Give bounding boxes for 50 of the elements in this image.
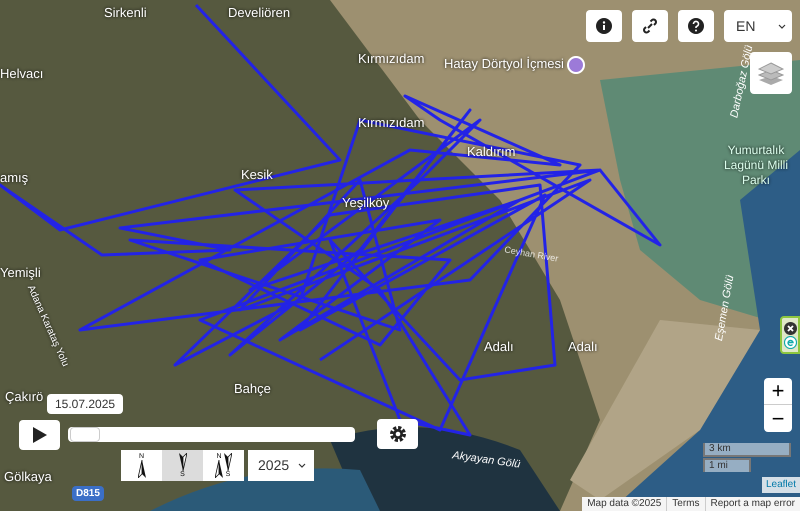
map-label: Adalı [568,340,598,353]
play-button[interactable] [19,420,60,450]
zoom-in-button[interactable]: + [764,378,792,405]
chevron-down-icon [298,463,306,468]
map-label: Develiören [228,6,290,19]
map-label: Gölkaya [4,470,52,483]
zoom-out-button[interactable]: − [764,405,792,432]
map-label: Eşemen Gölü [714,274,736,342]
scale-bar-metric: 3 km [703,443,791,457]
south-arrow-icon [224,453,232,471]
map-label: Hatay Dörtyol İçmesi [444,57,564,70]
map-label: amış [0,171,28,184]
leaflet-link[interactable]: Leaflet [762,477,800,493]
help-icon [688,18,704,34]
north-arrow-icon [215,460,223,478]
road-badge: D815 [72,486,104,501]
layers-icon [758,60,784,86]
south-arrow-icon [178,453,186,471]
language-select[interactable]: EN [724,10,792,42]
help-button[interactable] [678,10,714,42]
attribution-text: Map data ©2025 [586,497,662,511]
map-label: Helvacı [0,67,44,80]
north-arrow-icon [138,460,146,478]
map-label: Darboğaz Gölü [729,44,756,119]
layers-button[interactable] [750,52,792,94]
date-tooltip: 15.07.2025 [47,394,124,414]
map-label: Akyayan Gölü [452,450,521,471]
map-label: Kesik [241,168,273,181]
map-label: Adalı [484,340,514,353]
map-label: Sirkenli [104,6,147,19]
year-select[interactable]: 2025 [248,450,314,481]
map-label: Bahçe [234,382,271,395]
close-icon[interactable] [784,322,796,334]
attribution-link[interactable]: Terms [666,497,705,511]
map-label: Çakırö [5,390,44,403]
map-label: Yumurtalık Lagünü Milli Parkı [722,143,790,188]
link-icon [642,18,658,34]
link-button[interactable] [632,10,668,42]
timeline-thumb[interactable] [70,427,100,442]
settings-button[interactable] [377,419,418,449]
play-icon [32,427,46,443]
map-label: Kırmızıdam [358,52,424,65]
map-label: Yemişli [0,266,41,279]
attribution-link[interactable]: Report a map error [704,497,800,511]
scale-bar-imperial: 1 mi [703,458,751,472]
settings-icon [388,425,406,443]
map-label: Ceyhan River [504,245,559,264]
chevron-down-icon [778,24,786,28]
info-icon [596,18,612,34]
info-button[interactable] [586,10,622,42]
